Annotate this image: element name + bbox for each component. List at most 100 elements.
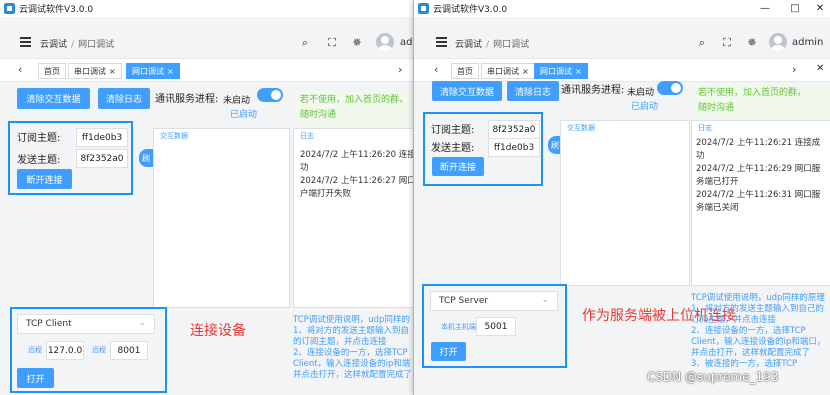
annotation-connect-device: 连接设备 bbox=[190, 323, 246, 339]
log-panel[interactable]: 日志 2024/7/2 上午11:26:20 连接成 功 2024/7/2 上午… bbox=[293, 128, 415, 308]
highlight-box-connection bbox=[10, 307, 167, 393]
help-line: 并点击打开，这样就配置完成了 bbox=[691, 348, 811, 358]
tabs-bar: ‹ 首页 串口调试 × 网口调试 × › bbox=[0, 58, 414, 82]
notice-banner: 若不使用，加入首页的群， 随时沟通 bbox=[693, 84, 830, 118]
log-list: 2024/7/2 上午11:26:21 连接成 功 2024/7/2 上午11:… bbox=[696, 137, 820, 215]
help-line: 2、连接设备的一方，选择TCP bbox=[293, 348, 408, 358]
breadcrumb-root[interactable]: 云调试 bbox=[455, 40, 482, 50]
tab-home[interactable]: 首页 bbox=[38, 63, 66, 79]
data-panel[interactable]: 交互数据 bbox=[153, 128, 290, 308]
clear-log-button[interactable]: 清除日志 bbox=[507, 81, 559, 101]
title-bar: 云调试软件V3.0.0 — □ ✕ bbox=[414, 0, 830, 17]
chevron-left-icon[interactable]: ‹ bbox=[18, 63, 22, 76]
help-line: TCP调试使用说明，udp同样的 bbox=[293, 315, 410, 325]
notice-line: 若不使用，加入首页的群， bbox=[300, 95, 409, 105]
tab-network[interactable]: 网口调试 × bbox=[126, 63, 180, 79]
user-name[interactable]: admin bbox=[792, 37, 823, 48]
service-started-text: 已启动 bbox=[230, 110, 258, 120]
highlight-box-topics bbox=[423, 112, 543, 186]
fullscreen-icon[interactable]: ⛶ bbox=[720, 36, 734, 50]
window-left: 云调试软件V3.0.0 云调试 / 网口调试 ⌕ ⛶ ✵ adr ‹ 首页 串口调试… bbox=[0, 0, 415, 395]
window-title: 云调试软件V3.0.0 bbox=[19, 5, 94, 15]
help-line: 的订阅主题，并点击连接 bbox=[293, 337, 387, 347]
tab-label: 网口调试 bbox=[132, 66, 164, 76]
breadcrumb-sep: / bbox=[71, 40, 75, 50]
window-right: 云调试软件V3.0.0 — □ ✕ 云调试 / 网口调试 ⌕ ⛶ ✵ admin ‹… bbox=[413, 0, 830, 395]
close-icon[interactable]: × bbox=[109, 67, 116, 76]
close-all-icon[interactable]: ✕ bbox=[816, 63, 824, 74]
maximize-icon[interactable]: □ bbox=[784, 0, 806, 17]
log-list: 2024/7/2 上午11:26:20 连接成 功 2024/7/2 上午11:… bbox=[300, 149, 415, 201]
notice-line: 若不使用，加入首页的群， bbox=[698, 88, 807, 98]
close-icon[interactable]: ✕ bbox=[809, 0, 830, 17]
tab-label: 首页 bbox=[44, 66, 60, 76]
log-panel[interactable]: 日志 2024/7/2 上午11:26:21 连接成 功 2024/7/2 上午… bbox=[691, 120, 830, 286]
breadcrumb-sep: / bbox=[486, 40, 490, 50]
tabs-bar: ‹ 首页 串口调试 × 网口调试 × › ✕ bbox=[414, 58, 830, 82]
service-started-text: 已启动 bbox=[631, 102, 659, 112]
avatar[interactable] bbox=[376, 33, 394, 51]
breadcrumb-root[interactable]: 云调试 bbox=[40, 40, 67, 50]
breadcrumb-current: 网口调试 bbox=[493, 40, 530, 50]
help-line: 订阅主题，并点击连接 bbox=[691, 315, 777, 325]
help-line: TCP调试使用说明，udp同样的原理 bbox=[691, 293, 825, 303]
help-line: 3、被连接的一方，选择TCP bbox=[691, 359, 798, 369]
refresh-button[interactable]: 刷 bbox=[139, 149, 153, 167]
top-nav: 云调试 / 网口调试 ⌕ ⛶ ✵ adr bbox=[0, 28, 414, 58]
tab-serial[interactable]: 串口调试 × bbox=[481, 63, 535, 79]
top-nav: 云调试 / 网口调试 ⌕ ⛶ ✵ admin bbox=[414, 28, 830, 58]
chevron-right-icon[interactable]: › bbox=[792, 63, 796, 76]
help-text: TCP调试使用说明，udp同样的原理 1、将对方的发送主题输入到自己的 订阅主题… bbox=[691, 293, 830, 370]
log-line: 功 bbox=[300, 163, 309, 173]
log-panel-title: 日志 bbox=[698, 124, 712, 132]
app-icon bbox=[4, 3, 15, 14]
tab-label: 串口调试 bbox=[487, 66, 519, 76]
highlight-box-topics bbox=[8, 121, 133, 195]
clear-log-button[interactable]: 清除日志 bbox=[98, 88, 150, 109]
highlight-box-server bbox=[422, 284, 567, 368]
data-panel[interactable]: 交互数据 bbox=[560, 120, 690, 286]
avatar[interactable] bbox=[769, 33, 787, 51]
chevron-right-icon[interactable]: › bbox=[398, 63, 402, 76]
log-line: 功 bbox=[696, 151, 705, 161]
log-panel-title: 日志 bbox=[300, 132, 314, 140]
screenshot-stage: 云调试软件V3.0.0 云调试 / 网口调试 ⌕ ⛶ ✵ adr ‹ 首页 串口调试… bbox=[0, 0, 830, 395]
menu-icon[interactable] bbox=[20, 37, 31, 47]
tab-home[interactable]: 首页 bbox=[451, 63, 479, 79]
clear-data-button[interactable]: 清除交互数据 bbox=[17, 88, 90, 109]
help-line: Client，输入连接设备的ip和端口， bbox=[691, 337, 826, 347]
search-icon[interactable]: ⌕ bbox=[298, 36, 312, 50]
search-icon[interactable]: ⌕ bbox=[695, 36, 709, 50]
notice-banner: 若不使用，加入首页的群， 随时沟通 bbox=[295, 91, 413, 125]
minimize-icon[interactable]: — bbox=[754, 0, 776, 17]
tab-label: 首页 bbox=[457, 66, 473, 76]
menu-icon[interactable] bbox=[436, 37, 447, 47]
data-panel-title: 交互数据 bbox=[160, 132, 188, 140]
service-label: 通讯服务进程: bbox=[155, 94, 219, 105]
log-line: 务端已关闭 bbox=[696, 203, 739, 213]
notice-line: 随时沟通 bbox=[698, 103, 735, 113]
service-label: 通讯服务进程: bbox=[561, 85, 625, 96]
close-icon[interactable]: × bbox=[575, 67, 582, 76]
theme-icon[interactable]: ✵ bbox=[745, 36, 759, 49]
service-toggle[interactable] bbox=[257, 88, 283, 102]
log-line: 2024/7/2 上午11:26:29 网口服 bbox=[696, 164, 821, 174]
window-title: 云调试软件V3.0.0 bbox=[433, 5, 508, 15]
close-icon[interactable]: × bbox=[522, 67, 529, 76]
help-text: TCP调试使用说明，udp同样的 1、将对方的发送主题输入到自 的订阅主题，并点… bbox=[293, 315, 414, 381]
log-line: 2024/7/2 上午11:26:20 连接成 bbox=[300, 150, 415, 160]
tab-network[interactable]: 网口调试 × bbox=[534, 63, 588, 79]
fullscreen-icon[interactable]: ⛶ bbox=[325, 36, 339, 50]
service-state: 未启动 bbox=[223, 96, 251, 106]
theme-icon[interactable]: ✵ bbox=[350, 36, 364, 49]
help-line: 2、连接设备的一方，选择TCP bbox=[691, 326, 806, 336]
breadcrumb: 云调试 / 网口调试 bbox=[455, 37, 529, 50]
watermark: CSDN @supreme_193 bbox=[647, 370, 779, 384]
chevron-left-icon[interactable]: ‹ bbox=[434, 63, 438, 76]
help-line: 1、将对方的发送主题输入到自 bbox=[293, 326, 409, 336]
service-toggle[interactable] bbox=[657, 81, 683, 95]
log-line: 2024/7/2 上午11:26:31 网口服 bbox=[696, 190, 821, 200]
tab-serial[interactable]: 串口调试 × bbox=[68, 63, 122, 79]
close-icon[interactable]: × bbox=[167, 67, 174, 76]
clear-data-button[interactable]: 清除交互数据 bbox=[432, 81, 502, 101]
